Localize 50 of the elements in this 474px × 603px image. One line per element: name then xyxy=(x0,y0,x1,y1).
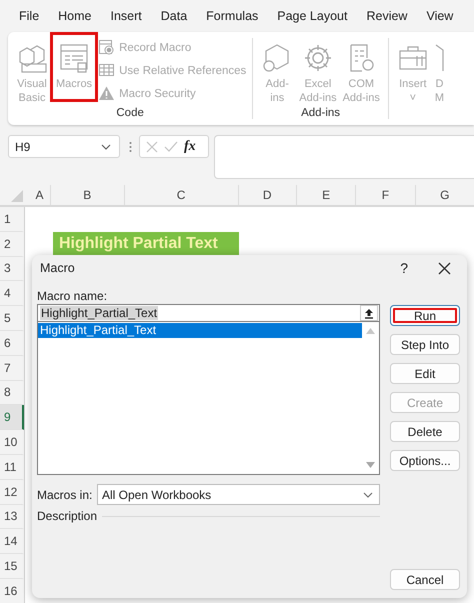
chevron-down-icon xyxy=(363,492,373,498)
dialog-button[interactable]: Run xyxy=(390,305,460,326)
check-icon xyxy=(164,140,178,152)
row-header[interactable]: 9 xyxy=(0,405,24,430)
menu-tab[interactable]: Data xyxy=(160,9,188,23)
insert-function-button[interactable]: fx xyxy=(184,138,196,154)
macros-in-dropdown[interactable]: All Open Workbooks xyxy=(97,484,380,505)
macro-sheet-icon xyxy=(58,42,90,74)
menu-tab[interactable]: Insert xyxy=(110,9,142,23)
menu-tab[interactable]: Review xyxy=(366,9,408,23)
menu-tab[interactable]: File xyxy=(19,9,40,23)
scroll-down-icon xyxy=(366,462,375,468)
name-box[interactable]: H9 xyxy=(8,135,120,158)
column-header[interactable]: F xyxy=(356,185,416,205)
column-header[interactable]: C xyxy=(124,185,239,205)
warning-icon xyxy=(98,85,116,102)
group-label: Code xyxy=(115,107,145,119)
grip-icon xyxy=(129,141,132,153)
dialog-button[interactable]: Options... xyxy=(390,450,460,471)
dialog-title: Macro xyxy=(40,261,76,275)
dialog-button[interactable]: Edit xyxy=(390,363,460,384)
help-button[interactable]: ? xyxy=(400,260,408,276)
field-label: Macros in: xyxy=(37,488,94,502)
formula-field[interactable] xyxy=(214,135,474,179)
menu-tab[interactable]: View xyxy=(426,9,454,23)
column-header[interactable]: A xyxy=(29,185,51,205)
list-item[interactable]: Highlight_Partial_Text xyxy=(38,323,362,338)
macro-name-field[interactable]: Highlight_Partial_Text xyxy=(37,304,380,322)
menu-tab[interactable]: Page Layout xyxy=(277,9,348,23)
column-header[interactable]: B xyxy=(50,185,125,205)
record-macro-icon xyxy=(98,39,116,56)
menu-tab[interactable]: Home xyxy=(58,9,92,23)
column-header[interactable]: G xyxy=(416,185,474,205)
cancel-button[interactable]: Cancel xyxy=(390,569,460,590)
field-label: Macro name: xyxy=(37,289,108,304)
group-label: Add-ins xyxy=(300,107,342,119)
dialog-button[interactable]: Delete xyxy=(390,421,460,442)
title-cell: Highlight Partial Text xyxy=(53,232,239,257)
dialog-button[interactable]: Step Into xyxy=(390,334,460,355)
close-icon[interactable] xyxy=(438,262,451,274)
column-header[interactable]: E xyxy=(296,185,356,205)
menu-tab[interactable]: Formulas xyxy=(206,9,258,23)
chevron-down-icon xyxy=(101,144,111,150)
upload-icon[interactable] xyxy=(364,308,374,318)
table-grid-icon xyxy=(98,62,116,79)
column-header[interactable]: D xyxy=(238,185,297,205)
select-all-icon xyxy=(11,190,24,202)
cancel-icon xyxy=(146,140,158,152)
section-label: Description xyxy=(37,509,98,523)
scroll-up-icon xyxy=(366,328,375,334)
